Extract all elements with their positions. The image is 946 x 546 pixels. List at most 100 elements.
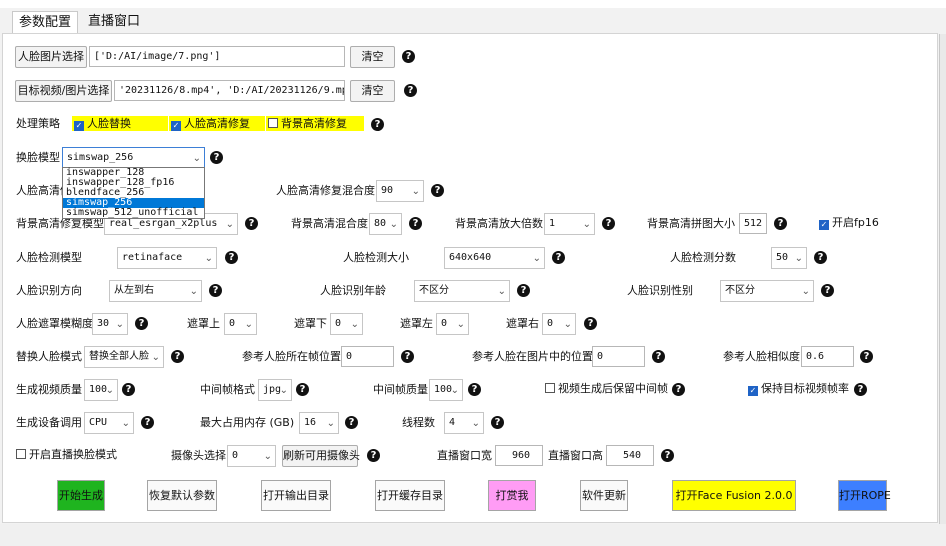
- threads-select[interactable]: 4 ⌄: [444, 412, 484, 434]
- help-icon[interactable]: ?: [860, 350, 873, 363]
- mask-bottom-select[interactable]: 0 ⌄: [330, 313, 363, 335]
- help-icon[interactable]: ?: [821, 284, 834, 297]
- help-icon[interactable]: ?: [345, 416, 358, 429]
- checkbox-checked-icon: ✓: [74, 121, 84, 131]
- reference-image-position-label: 参考人脸在图片中的位置: [472, 350, 593, 363]
- help-icon[interactable]: ?: [774, 217, 787, 230]
- recognition-age-label: 人脸识别年龄: [320, 284, 386, 297]
- face-image-select-button[interactable]: 人脸图片选择: [15, 46, 87, 68]
- help-icon[interactable]: ?: [672, 383, 685, 396]
- refresh-cameras-button[interactable]: 刷新可用摄像头: [282, 445, 360, 467]
- video-quality-select[interactable]: 100 ⌄: [84, 379, 118, 401]
- background-enhance-checkbox[interactable]: 背景高清修复: [266, 116, 364, 131]
- help-icon[interactable]: ?: [122, 383, 135, 396]
- reference-frame-position-field[interactable]: 0: [341, 346, 394, 367]
- help-icon[interactable]: ?: [661, 449, 674, 462]
- keep-frames-checkbox[interactable]: 视频生成后保留中间帧: [545, 382, 668, 396]
- max-memory-label: 最大占用内存 (GB): [200, 416, 295, 429]
- bg-enhance-scale-select[interactable]: 1 ⌄: [544, 213, 595, 235]
- help-icon[interactable]: ?: [171, 350, 184, 363]
- swap-model-dropdown-list[interactable]: inswapper_128 inswapper_128_fp16 blendfa…: [62, 167, 205, 219]
- help-icon[interactable]: ?: [209, 284, 222, 297]
- frame-format-select[interactable]: jpg ⌄: [258, 379, 292, 401]
- help-icon[interactable]: ?: [402, 50, 415, 63]
- start-generate-button[interactable]: 开始生成: [57, 480, 105, 511]
- mask-top-select[interactable]: 0 ⌄: [224, 313, 257, 335]
- keep-fps-checkbox[interactable]: ✓ 保持目标视频帧率: [748, 382, 849, 396]
- reference-similarity-field[interactable]: 0.6: [801, 346, 854, 367]
- open-face-fusion-button[interactable]: 打开Face Fusion 2.0.0: [672, 480, 796, 511]
- face-image-path-field[interactable]: ['D:/AI/image/7.png']: [89, 46, 345, 67]
- help-icon[interactable]: ?: [141, 416, 154, 429]
- target-video-select-button[interactable]: 目标视频/图片选择: [15, 80, 112, 102]
- live-mode-checkbox[interactable]: 开启直播换脸模式: [16, 448, 117, 462]
- face-image-clear-button[interactable]: 清空: [350, 46, 395, 68]
- open-cache-folder-button[interactable]: 打开缓存目录: [375, 480, 445, 511]
- donate-button[interactable]: 打赏我: [488, 480, 536, 511]
- target-video-path-field[interactable]: '20231126/8.mp4', 'D:/AI/20231126/9.mp4'…: [114, 80, 345, 101]
- software-update-button[interactable]: 软件更新: [580, 480, 628, 511]
- detection-size-select[interactable]: 640x640 ⌄: [444, 247, 545, 269]
- recognition-age-select[interactable]: 不区分 ⌄: [414, 280, 510, 302]
- help-icon[interactable]: ?: [367, 449, 380, 462]
- help-icon[interactable]: ?: [491, 416, 504, 429]
- chevron-down-icon: ⌄: [801, 286, 810, 297]
- help-icon[interactable]: ?: [814, 251, 827, 264]
- detection-score-select[interactable]: 50 ⌄: [771, 247, 807, 269]
- reference-image-position-field[interactable]: 0: [592, 346, 645, 367]
- help-icon[interactable]: ?: [135, 317, 148, 330]
- help-icon[interactable]: ?: [602, 217, 615, 230]
- chevron-down-icon: ⌄: [450, 385, 459, 396]
- help-icon[interactable]: ?: [245, 217, 258, 230]
- help-icon[interactable]: ?: [371, 118, 384, 131]
- frame-quality-label: 中间帧质量: [373, 383, 428, 396]
- bg-enhance-tile-label: 背景高清拼图大小: [647, 217, 735, 230]
- help-icon[interactable]: ?: [584, 317, 597, 330]
- mask-left-select[interactable]: 0 ⌄: [436, 313, 469, 335]
- help-icon[interactable]: ?: [552, 251, 565, 264]
- camera-select[interactable]: 0 ⌄: [227, 445, 276, 467]
- help-icon[interactable]: ?: [468, 383, 481, 396]
- detection-model-select[interactable]: retinaface ⌄: [117, 247, 217, 269]
- chevron-down-icon: ⌄: [244, 319, 253, 330]
- replace-mode-select[interactable]: 替换全部人脸 ⌄: [84, 346, 164, 368]
- mask-right-select[interactable]: 0 ⌄: [542, 313, 576, 335]
- device-select[interactable]: CPU ⌄: [84, 412, 134, 434]
- help-icon[interactable]: ?: [652, 350, 665, 363]
- help-icon[interactable]: ?: [404, 84, 417, 97]
- live-height-field[interactable]: 540: [606, 445, 654, 466]
- target-video-clear-button[interactable]: 清空: [350, 80, 395, 102]
- chevron-down-icon: ⌄: [225, 219, 234, 230]
- open-rope-button[interactable]: 打开ROPE: [838, 480, 891, 511]
- help-icon[interactable]: ?: [431, 184, 444, 197]
- live-width-label: 直播窗口宽: [437, 449, 492, 462]
- help-icon[interactable]: ?: [210, 151, 223, 164]
- fp16-checkbox[interactable]: ✓ 开启fp16: [819, 216, 879, 230]
- tab-live-window[interactable]: 直播窗口: [82, 11, 146, 34]
- face-enhance-checkbox[interactable]: ✓ 人脸高清修复: [169, 116, 265, 131]
- open-output-folder-button[interactable]: 打开输出目录: [261, 480, 331, 511]
- device-label: 生成设备调用: [16, 416, 82, 429]
- max-memory-select[interactable]: 16 ⌄: [299, 412, 339, 434]
- reset-defaults-button[interactable]: 恢复默认参数: [147, 480, 217, 511]
- frame-quality-select[interactable]: 100 ⌄: [429, 379, 463, 401]
- help-icon[interactable]: ?: [409, 217, 422, 230]
- chevron-down-icon: ⌄: [204, 253, 213, 264]
- help-icon[interactable]: ?: [854, 383, 867, 396]
- recognition-direction-select[interactable]: 从左到右 ⌄: [109, 280, 202, 302]
- face-enhance-blend-select[interactable]: 90 ⌄: [376, 180, 424, 202]
- help-icon[interactable]: ?: [401, 350, 414, 363]
- help-icon[interactable]: ?: [517, 284, 530, 297]
- help-icon[interactable]: ?: [225, 251, 238, 264]
- swap-model-select[interactable]: simswap_256 ⌄: [62, 147, 205, 169]
- dropdown-option[interactable]: simswap_512_unofficial: [63, 208, 204, 218]
- mask-bottom-label: 遮罩下: [294, 317, 327, 330]
- bg-enhance-tile-field[interactable]: 512: [739, 213, 767, 234]
- help-icon[interactable]: ?: [296, 383, 309, 396]
- bg-enhance-blend-select[interactable]: 80 ⌄: [369, 213, 402, 235]
- mask-blur-select[interactable]: 30 ⌄: [92, 313, 128, 335]
- face-swap-checkbox[interactable]: ✓ 人脸替换: [72, 116, 168, 131]
- recognition-gender-select[interactable]: 不区分 ⌄: [720, 280, 814, 302]
- live-width-field[interactable]: 960: [495, 445, 543, 466]
- tab-settings[interactable]: 参数配置: [12, 11, 79, 34]
